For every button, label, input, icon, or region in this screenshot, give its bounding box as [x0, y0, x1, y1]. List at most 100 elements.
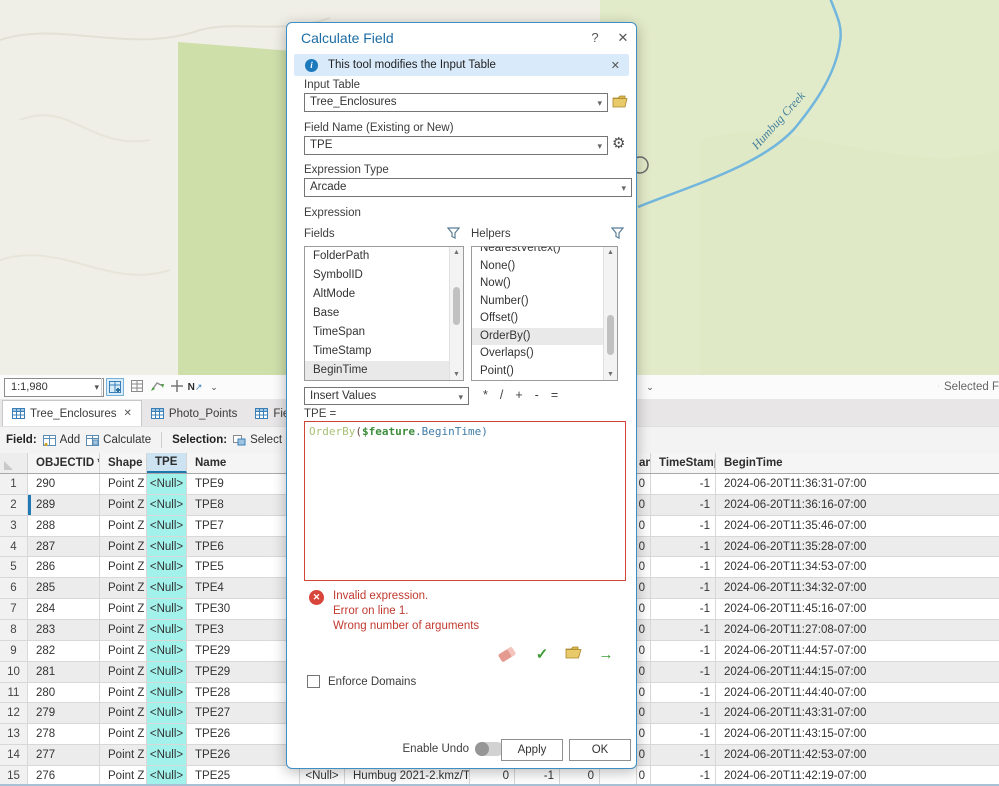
helpers-list[interactable]: NearestVertex() None() Now() Number() Of…	[471, 246, 618, 381]
cell-tpe[interactable]: <Null>	[147, 599, 187, 620]
verify-expression-button[interactable]: ✓	[532, 645, 552, 665]
cell-timestamp[interactable]: -1	[651, 641, 716, 662]
header-shape[interactable]: Shape *	[100, 453, 147, 473]
cell-tpe[interactable]: <Null>	[147, 495, 187, 516]
cell-shape[interactable]: Point Z	[100, 683, 147, 704]
fields-list-item[interactable]: TimeSpan	[305, 323, 450, 342]
row-number[interactable]: 11	[0, 683, 28, 704]
cell-tpe[interactable]: <Null>	[147, 683, 187, 704]
cell-timespan[interactable]: 0	[637, 703, 651, 724]
cell-shape[interactable]: Point Z	[100, 474, 147, 495]
header-objectid[interactable]: OBJECTID *▾	[28, 453, 100, 473]
cell-shape[interactable]: Point Z	[100, 745, 147, 766]
cell-timestamp[interactable]: -1	[651, 662, 716, 683]
cell-timespan[interactable]: 0	[637, 766, 651, 786]
cell-name[interactable]: TPE4	[187, 578, 300, 599]
cell-objectid[interactable]: 287	[28, 537, 100, 558]
cell-timestamp[interactable]: -1	[651, 766, 716, 786]
table-tab[interactable]: Tree_Enclosures ✕	[2, 400, 142, 426]
cell-timespan[interactable]: 0	[637, 620, 651, 641]
cell-timestamp[interactable]: -1	[651, 620, 716, 641]
cell-begintime[interactable]: 2024-06-20T11:45:16-07:00	[716, 599, 999, 620]
scrollbar-thumb[interactable]	[607, 315, 614, 355]
cell-objectid[interactable]: 280	[28, 683, 100, 704]
cell-timestamp[interactable]: -1	[651, 474, 716, 495]
cell-objectid[interactable]: 276	[28, 766, 100, 786]
row-number[interactable]: 1	[0, 474, 28, 495]
cell-tpe[interactable]: <Null>	[147, 537, 187, 558]
cell-shape[interactable]: Point Z	[100, 537, 147, 558]
cell-objectid[interactable]: 289	[28, 495, 100, 516]
enforce-domains-option[interactable]: Enforce Domains	[307, 675, 416, 688]
field-settings-gear-icon[interactable]: ⚙	[612, 134, 625, 152]
cell-shape[interactable]: Point Z	[100, 599, 147, 620]
tab-close-icon[interactable]: ✕	[124, 408, 132, 419]
cell-timespan[interactable]: 0	[637, 578, 651, 599]
apply-button[interactable]: Apply	[501, 739, 563, 761]
grid-table-icon[interactable]	[128, 378, 146, 396]
cell-shape[interactable]: Point Z	[100, 516, 147, 537]
cell-hidden-1[interactable]: <Null>	[300, 766, 345, 786]
fields-list-item[interactable]: Base	[305, 304, 450, 323]
cell-tpe[interactable]: <Null>	[147, 620, 187, 641]
cell-begintime[interactable]: 2024-06-20T11:27:08-07:00	[716, 620, 999, 641]
cell-shape[interactable]: Point Z	[100, 557, 147, 578]
cell-begintime[interactable]: 2024-06-20T11:36:31-07:00	[716, 474, 999, 495]
cell-objectid[interactable]: 283	[28, 620, 100, 641]
cell-begintime[interactable]: 2024-06-20T11:43:15-07:00	[716, 724, 999, 745]
insert-values-combo[interactable]: Insert Values ▾	[304, 387, 469, 405]
helpers-list-item[interactable]: None()	[472, 258, 604, 276]
help-icon[interactable]: ?	[587, 30, 603, 45]
helpers-list-item[interactable]: NearestVertex()	[472, 246, 604, 258]
input-table-combo[interactable]: Tree_Enclosures ▾	[304, 93, 608, 112]
enable-undo-toggle[interactable]	[475, 742, 504, 756]
cell-timespan[interactable]: 0	[637, 516, 651, 537]
cell-hidden-4[interactable]: 0	[560, 766, 600, 786]
cell-name[interactable]: TPE29	[187, 662, 300, 683]
north-arrow-icon[interactable]: N↗	[186, 378, 204, 396]
scroll-down-icon[interactable]: ▼	[450, 369, 463, 380]
row-number[interactable]: 13	[0, 724, 28, 745]
field-name-combo[interactable]: TPE ▾	[304, 136, 608, 155]
cell-shape[interactable]: Point Z	[100, 578, 147, 599]
helpers-list-item[interactable]: Number()	[472, 293, 604, 311]
row-number[interactable]: 9	[0, 641, 28, 662]
header-tpe[interactable]: TPE	[147, 453, 187, 473]
import-expression-button[interactable]	[564, 645, 584, 665]
browse-folder-icon[interactable]	[612, 94, 630, 109]
cell-objectid[interactable]: 277	[28, 745, 100, 766]
cell-name[interactable]: TPE9	[187, 474, 300, 495]
cell-name[interactable]: TPE6	[187, 537, 300, 558]
fields-list-item[interactable]: TimeStamp	[305, 342, 450, 361]
row-number[interactable]: 14	[0, 745, 28, 766]
cell-timestamp[interactable]: -1	[651, 557, 716, 578]
helpers-list-item[interactable]: OrderBy()	[472, 328, 604, 346]
cell-begintime[interactable]: 2024-06-20T11:35:46-07:00	[716, 516, 999, 537]
row-number[interactable]: 8	[0, 620, 28, 641]
ok-button[interactable]: OK	[569, 739, 631, 761]
measure-sketch-icon[interactable]	[149, 378, 167, 396]
cell-begintime[interactable]: 2024-06-20T11:42:19-07:00	[716, 766, 999, 786]
fields-list-item[interactable]: SymbolID	[305, 266, 450, 285]
clear-expression-button[interactable]	[499, 645, 519, 665]
expression-editor[interactable]: OrderBy($feature.BeginTime)	[304, 421, 626, 581]
cell-timestamp[interactable]: -1	[651, 578, 716, 599]
fields-list-item[interactable]: FolderPath	[305, 247, 450, 266]
cell-objectid[interactable]: 282	[28, 641, 100, 662]
cell-timespan[interactable]: 0	[637, 724, 651, 745]
operator-button[interactable]: /	[500, 388, 503, 402]
cell-name[interactable]: TPE26	[187, 745, 300, 766]
cell-begintime[interactable]: 2024-06-20T11:44:57-07:00	[716, 641, 999, 662]
map-scale-combo[interactable]: 1:1,980 ▾	[4, 378, 104, 397]
expression-type-combo[interactable]: Arcade ▾	[304, 178, 632, 197]
header-name[interactable]: Name	[187, 453, 300, 473]
helpers-list-item[interactable]: Point()	[472, 363, 604, 381]
cell-timespan[interactable]: 0	[637, 557, 651, 578]
cell-folderpath[interactable]: Humbug 2021-2.kmz/T...	[345, 766, 470, 786]
scroll-up-icon[interactable]: ▲	[604, 247, 617, 258]
row-number[interactable]: 5	[0, 557, 28, 578]
cell-name[interactable]: TPE25	[187, 766, 300, 786]
cell-shape[interactable]: Point Z	[100, 766, 147, 786]
cell-name[interactable]: TPE28	[187, 683, 300, 704]
cell-name[interactable]: TPE3	[187, 620, 300, 641]
